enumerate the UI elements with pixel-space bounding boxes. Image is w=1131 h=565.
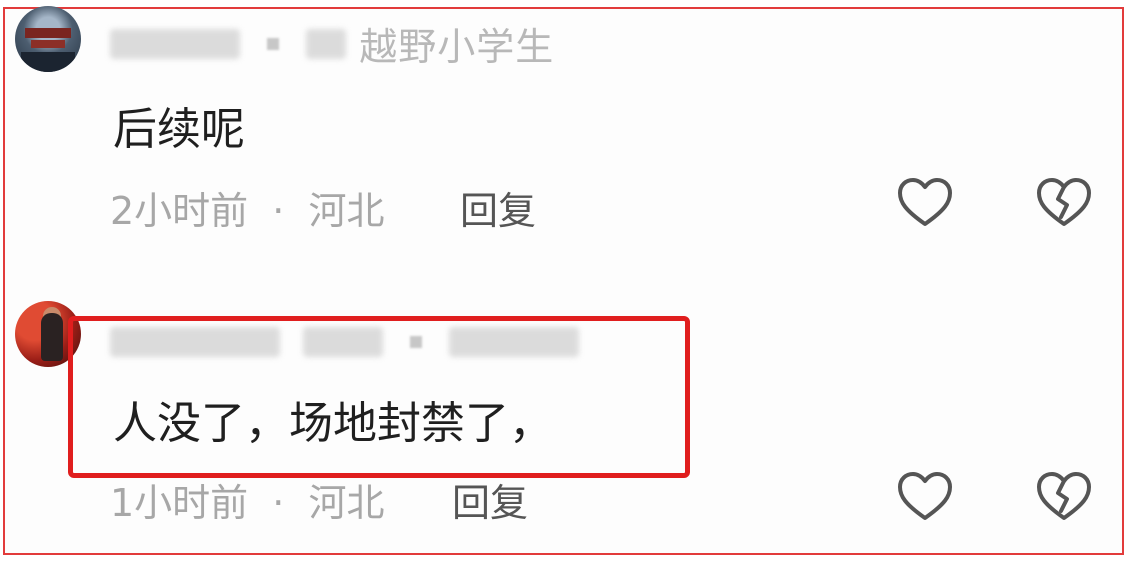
reply-button[interactable]: 回复	[452, 472, 528, 527]
comment-time: 2小时前	[110, 189, 249, 233]
heart-outline-icon	[898, 472, 952, 520]
dislike-button[interactable]	[1034, 173, 1094, 233]
comment-meta: 1小时前 · 河北	[110, 472, 384, 527]
avatar-figure-body	[41, 313, 63, 361]
like-button[interactable]	[895, 173, 955, 233]
avatar-roof-shape	[31, 40, 65, 48]
comment-location: 河北	[308, 481, 385, 525]
blurred-username-part	[306, 28, 347, 59]
avatar-base-shape	[21, 52, 75, 72]
reply-button[interactable]: 回复	[460, 180, 536, 235]
meta-separator: ·	[272, 481, 285, 525]
username-visible-part: 越野小学生	[359, 25, 555, 69]
blurred-separator	[267, 37, 280, 50]
meta-separator: ·	[272, 189, 285, 233]
broken-heart-icon	[1037, 472, 1091, 520]
avatar[interactable]	[15, 6, 81, 72]
blurred-username-part	[110, 28, 240, 59]
dislike-button[interactable]	[1034, 467, 1094, 527]
highlight-box	[68, 316, 690, 478]
comment-meta: 2小时前 · 河北	[110, 180, 384, 235]
comment-text: 后续呢	[113, 104, 245, 155]
comment-item: 越野小学生 后续呢 2小时前 · 河北 回复	[0, 0, 1131, 270]
heart-outline-icon	[898, 178, 952, 226]
comment-location: 河北	[308, 189, 385, 233]
avatar-roof-shape	[25, 28, 71, 38]
broken-heart-icon	[1037, 178, 1091, 226]
like-button[interactable]	[895, 467, 955, 527]
username[interactable]: 越野小学生	[110, 16, 554, 71]
comment-time: 1小时前	[110, 481, 249, 525]
